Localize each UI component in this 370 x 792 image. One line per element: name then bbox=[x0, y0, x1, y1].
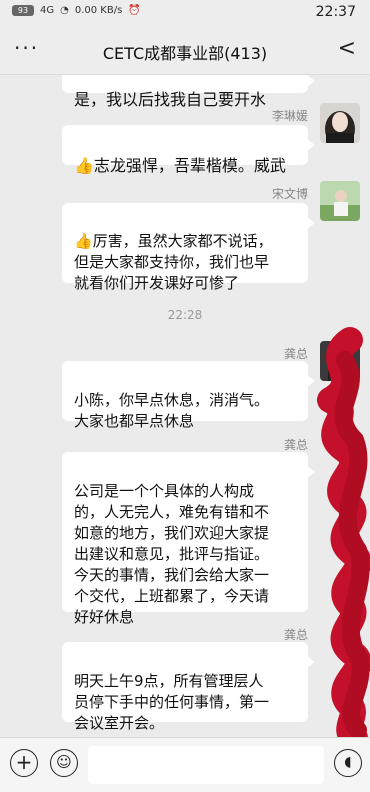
emoji-icon[interactable]: ☺ bbox=[50, 749, 78, 777]
message-input[interactable] bbox=[88, 746, 324, 784]
sender-name: 宋文博 bbox=[271, 187, 308, 201]
input-bar: + ☺ ◖ bbox=[0, 737, 370, 792]
chat-title: CETC成都事业部(413) bbox=[102, 44, 268, 63]
wifi-icon: ◔ bbox=[60, 5, 69, 16]
message-text: 小陈，你早点休息，消消气。 大家也都早点休息 bbox=[74, 391, 270, 430]
avatar[interactable] bbox=[320, 341, 360, 381]
message-bubble[interactable]: 👍志龙强悍，吾辈楷模。威武 bbox=[62, 125, 315, 175]
voice-icon[interactable]: ◖ bbox=[334, 749, 362, 777]
add-icon[interactable]: + bbox=[10, 749, 38, 777]
message-bubble[interactable]: 是，我以后找我自己要开水 bbox=[62, 75, 315, 109]
status-time: 22:37 bbox=[315, 4, 356, 20]
message-bubble[interactable]: 公司是一个个具体的人构成 的，人无完人，难免有错和不 如意的地方，我们欢迎大家提… bbox=[62, 452, 315, 626]
sender-name: 龚总 bbox=[283, 628, 308, 642]
message-text: 明天上午9点，所有管理层人 员停下手中的任何事情，第一 会议室开会。 bbox=[74, 672, 270, 732]
avatar[interactable] bbox=[320, 181, 360, 221]
network-speed: 0.00 KB/s bbox=[74, 5, 123, 16]
status-icons: 93 4G ◔ 0.00 KB/s ⏰ bbox=[12, 5, 141, 16]
back-arrow-icon[interactable]: < bbox=[338, 36, 356, 61]
message-bubble[interactable]: 小陈，你早点休息，消消气。 大家也都早点休息 bbox=[62, 361, 315, 430]
message-bubble[interactable]: 明天上午9点，所有管理层人 员停下手中的任何事情，第一 会议室开会。 bbox=[62, 642, 315, 732]
sender-name: 龚总 bbox=[283, 438, 308, 452]
chat-header: ··· CETC成都事业部(413) < bbox=[0, 26, 370, 75]
timestamp: 22:28 bbox=[167, 308, 203, 322]
message-bubble[interactable]: 👍厉害，虽然大家都不说话， 但是大家都支持你，我们也早 就看你们开发课好可惨了 bbox=[62, 203, 315, 292]
signal-icon: 4G bbox=[40, 5, 55, 16]
avatar[interactable] bbox=[320, 103, 360, 143]
avatar-image bbox=[320, 181, 360, 221]
message-text: 👍厉害，虽然大家都不说话， 但是大家都支持你，我们也早 就看你们开发课好可惨了 bbox=[74, 232, 273, 292]
message-text: 公司是一个个具体的人构成 的，人无完人，难免有错和不 如意的地方，我们欢迎大家提… bbox=[74, 482, 270, 626]
message-text: 是，我以后找我自己要开水 bbox=[74, 90, 267, 109]
message-text: 👍志龙强悍，吾辈楷模。威武 bbox=[74, 156, 286, 175]
sender-name: 龚总 bbox=[283, 347, 308, 361]
battery-icon: 93 bbox=[12, 5, 34, 16]
avatar-image bbox=[320, 103, 360, 143]
alarm-icon: ⏰ bbox=[128, 5, 141, 16]
avatar-image bbox=[320, 341, 360, 381]
sender-name: 李琳媛 bbox=[271, 109, 308, 123]
message-list[interactable]: 是，我以后找我自己要开水 李琳媛 👍志龙强悍，吾辈楷模。威武 宋文博 👍厉害，虽… bbox=[0, 75, 370, 737]
status-bar: 93 4G ◔ 0.00 KB/s ⏰ 22:37 bbox=[0, 0, 370, 26]
